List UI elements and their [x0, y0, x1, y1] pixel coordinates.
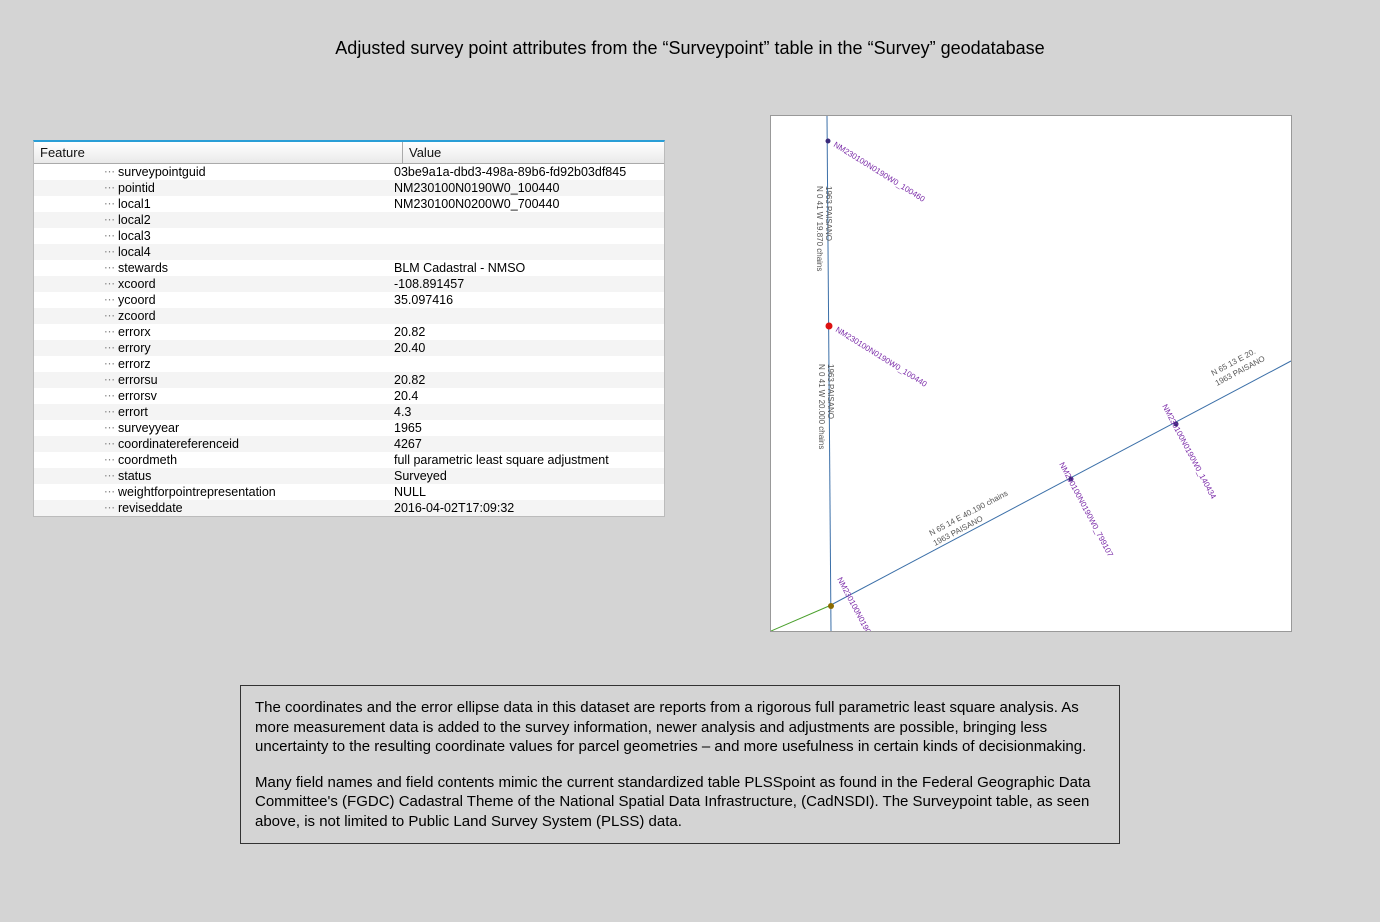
- table-row[interactable]: ⋯surveyyear1965: [34, 420, 664, 436]
- table-row[interactable]: ⋯errorx20.82: [34, 324, 664, 340]
- table-row[interactable]: ⋯pointidNM230100N0190W0_100440: [34, 180, 664, 196]
- field-name: errorsv: [118, 388, 157, 404]
- caption-box: The coordinates and the error ellipse da…: [240, 685, 1120, 844]
- table-row[interactable]: ⋯surveypointguid03be9a1a-dbd3-498a-89b6-…: [34, 164, 664, 180]
- map-point-label: NM230100N0190W0_100420: [835, 576, 893, 631]
- table-row[interactable]: ⋯xcoord-108.891457: [34, 276, 664, 292]
- field-value: 4267: [390, 436, 664, 452]
- field-value: 4.3: [390, 404, 664, 420]
- map-measure-label: N 0 41 W 20.000 chains: [817, 364, 826, 449]
- table-body: ⋯surveypointguid03be9a1a-dbd3-498a-89b6-…: [34, 164, 664, 516]
- map-measure-label: 1963 PAISANO: [824, 186, 833, 241]
- map-point-label: NM230100N0190W0_140434: [1160, 403, 1218, 501]
- field-name: xcoord: [118, 276, 156, 292]
- field-name: local1: [118, 196, 151, 212]
- field-name: reviseddate: [118, 500, 183, 516]
- table-row[interactable]: ⋯stewardsBLM Cadastral - NMSO: [34, 260, 664, 276]
- table-row[interactable]: ⋯coordmethfull parametric least square a…: [34, 452, 664, 468]
- field-value: 20.82: [390, 372, 664, 388]
- field-value: -108.891457: [390, 276, 664, 292]
- field-name: local3: [118, 228, 151, 244]
- field-value: 20.82: [390, 324, 664, 340]
- field-name: weightforpointrepresentation: [118, 484, 276, 500]
- field-name: stewards: [118, 260, 168, 276]
- field-name: coordmeth: [118, 452, 177, 468]
- field-value: NM230100N0200W0_700440: [390, 196, 664, 212]
- field-name: errorsu: [118, 372, 158, 388]
- field-name: errory: [118, 340, 151, 356]
- map-point-label: NM230100N0190W0_100460: [832, 140, 927, 204]
- caption-para-2: Many field names and field contents mimi…: [255, 773, 1105, 832]
- field-value: NULL: [390, 484, 664, 500]
- field-name: ycoord: [118, 292, 156, 308]
- field-name: surveypointguid: [118, 164, 206, 180]
- field-value: [390, 212, 664, 228]
- table-row[interactable]: ⋯local2: [34, 212, 664, 228]
- table-row[interactable]: ⋯errory20.40: [34, 340, 664, 356]
- field-name: pointid: [118, 180, 155, 196]
- field-name: errort: [118, 404, 148, 420]
- map-point-label: NM230100N0190W0_100440: [834, 325, 929, 389]
- field-value: [390, 356, 664, 372]
- field-value: 20.40: [390, 340, 664, 356]
- header-feature: Feature: [34, 142, 403, 163]
- map-measure-label: 1963 PAISANO: [826, 364, 835, 419]
- table-row[interactable]: ⋯errort4.3: [34, 404, 664, 420]
- table-row[interactable]: ⋯statusSurveyed: [34, 468, 664, 484]
- field-value: BLM Cadastral - NMSO: [390, 260, 664, 276]
- table-row[interactable]: ⋯errorsv20.4: [34, 388, 664, 404]
- header-value: Value: [403, 142, 664, 163]
- table-row[interactable]: ⋯zcoord: [34, 308, 664, 324]
- map-viewport[interactable]: NM230100N0190W0_100460 NM230100N0190W0_1…: [770, 115, 1292, 632]
- attribute-table: Feature Value ⋯surveypointguid03be9a1a-d…: [33, 140, 665, 517]
- table-row[interactable]: ⋯reviseddate2016-04-02T17:09:32: [34, 500, 664, 516]
- field-name: errorx: [118, 324, 151, 340]
- field-name: local4: [118, 244, 151, 260]
- table-row[interactable]: ⋯local3: [34, 228, 664, 244]
- table-row[interactable]: ⋯weightforpointrepresentationNULL: [34, 484, 664, 500]
- table-row[interactable]: ⋯local4: [34, 244, 664, 260]
- page-title: Adjusted survey point attributes from th…: [0, 38, 1380, 59]
- field-name: local2: [118, 212, 151, 228]
- field-value: 2016-04-02T17:09:32: [390, 500, 664, 516]
- field-value: full parametric least square adjustment: [390, 452, 664, 468]
- field-name: zcoord: [118, 308, 156, 324]
- table-header: Feature Value: [34, 142, 664, 164]
- field-value: 03be9a1a-dbd3-498a-89b6-fd92b03df845: [390, 164, 664, 180]
- table-row[interactable]: ⋯ycoord35.097416: [34, 292, 664, 308]
- caption-para-1: The coordinates and the error ellipse da…: [255, 698, 1105, 757]
- field-value: 20.4: [390, 388, 664, 404]
- field-value: NM230100N0190W0_100440: [390, 180, 664, 196]
- field-name: surveyyear: [118, 420, 179, 436]
- field-value: [390, 244, 664, 260]
- table-row[interactable]: ⋯errorz: [34, 356, 664, 372]
- field-value: [390, 308, 664, 324]
- field-name: errorz: [118, 356, 151, 372]
- field-name: coordinatereferenceid: [118, 436, 239, 452]
- field-name: status: [118, 468, 151, 484]
- map-measure-label: N 0 41 W 19.870 chains: [815, 186, 824, 271]
- table-row[interactable]: ⋯errorsu20.82: [34, 372, 664, 388]
- table-row[interactable]: ⋯local1NM230100N0200W0_700440: [34, 196, 664, 212]
- field-value: [390, 228, 664, 244]
- field-value: 35.097416: [390, 292, 664, 308]
- map-point-label: NM230100N0190W0_799107: [1057, 461, 1115, 559]
- field-value: 1965: [390, 420, 664, 436]
- field-value: Surveyed: [390, 468, 664, 484]
- table-row[interactable]: ⋯coordinatereferenceid4267: [34, 436, 664, 452]
